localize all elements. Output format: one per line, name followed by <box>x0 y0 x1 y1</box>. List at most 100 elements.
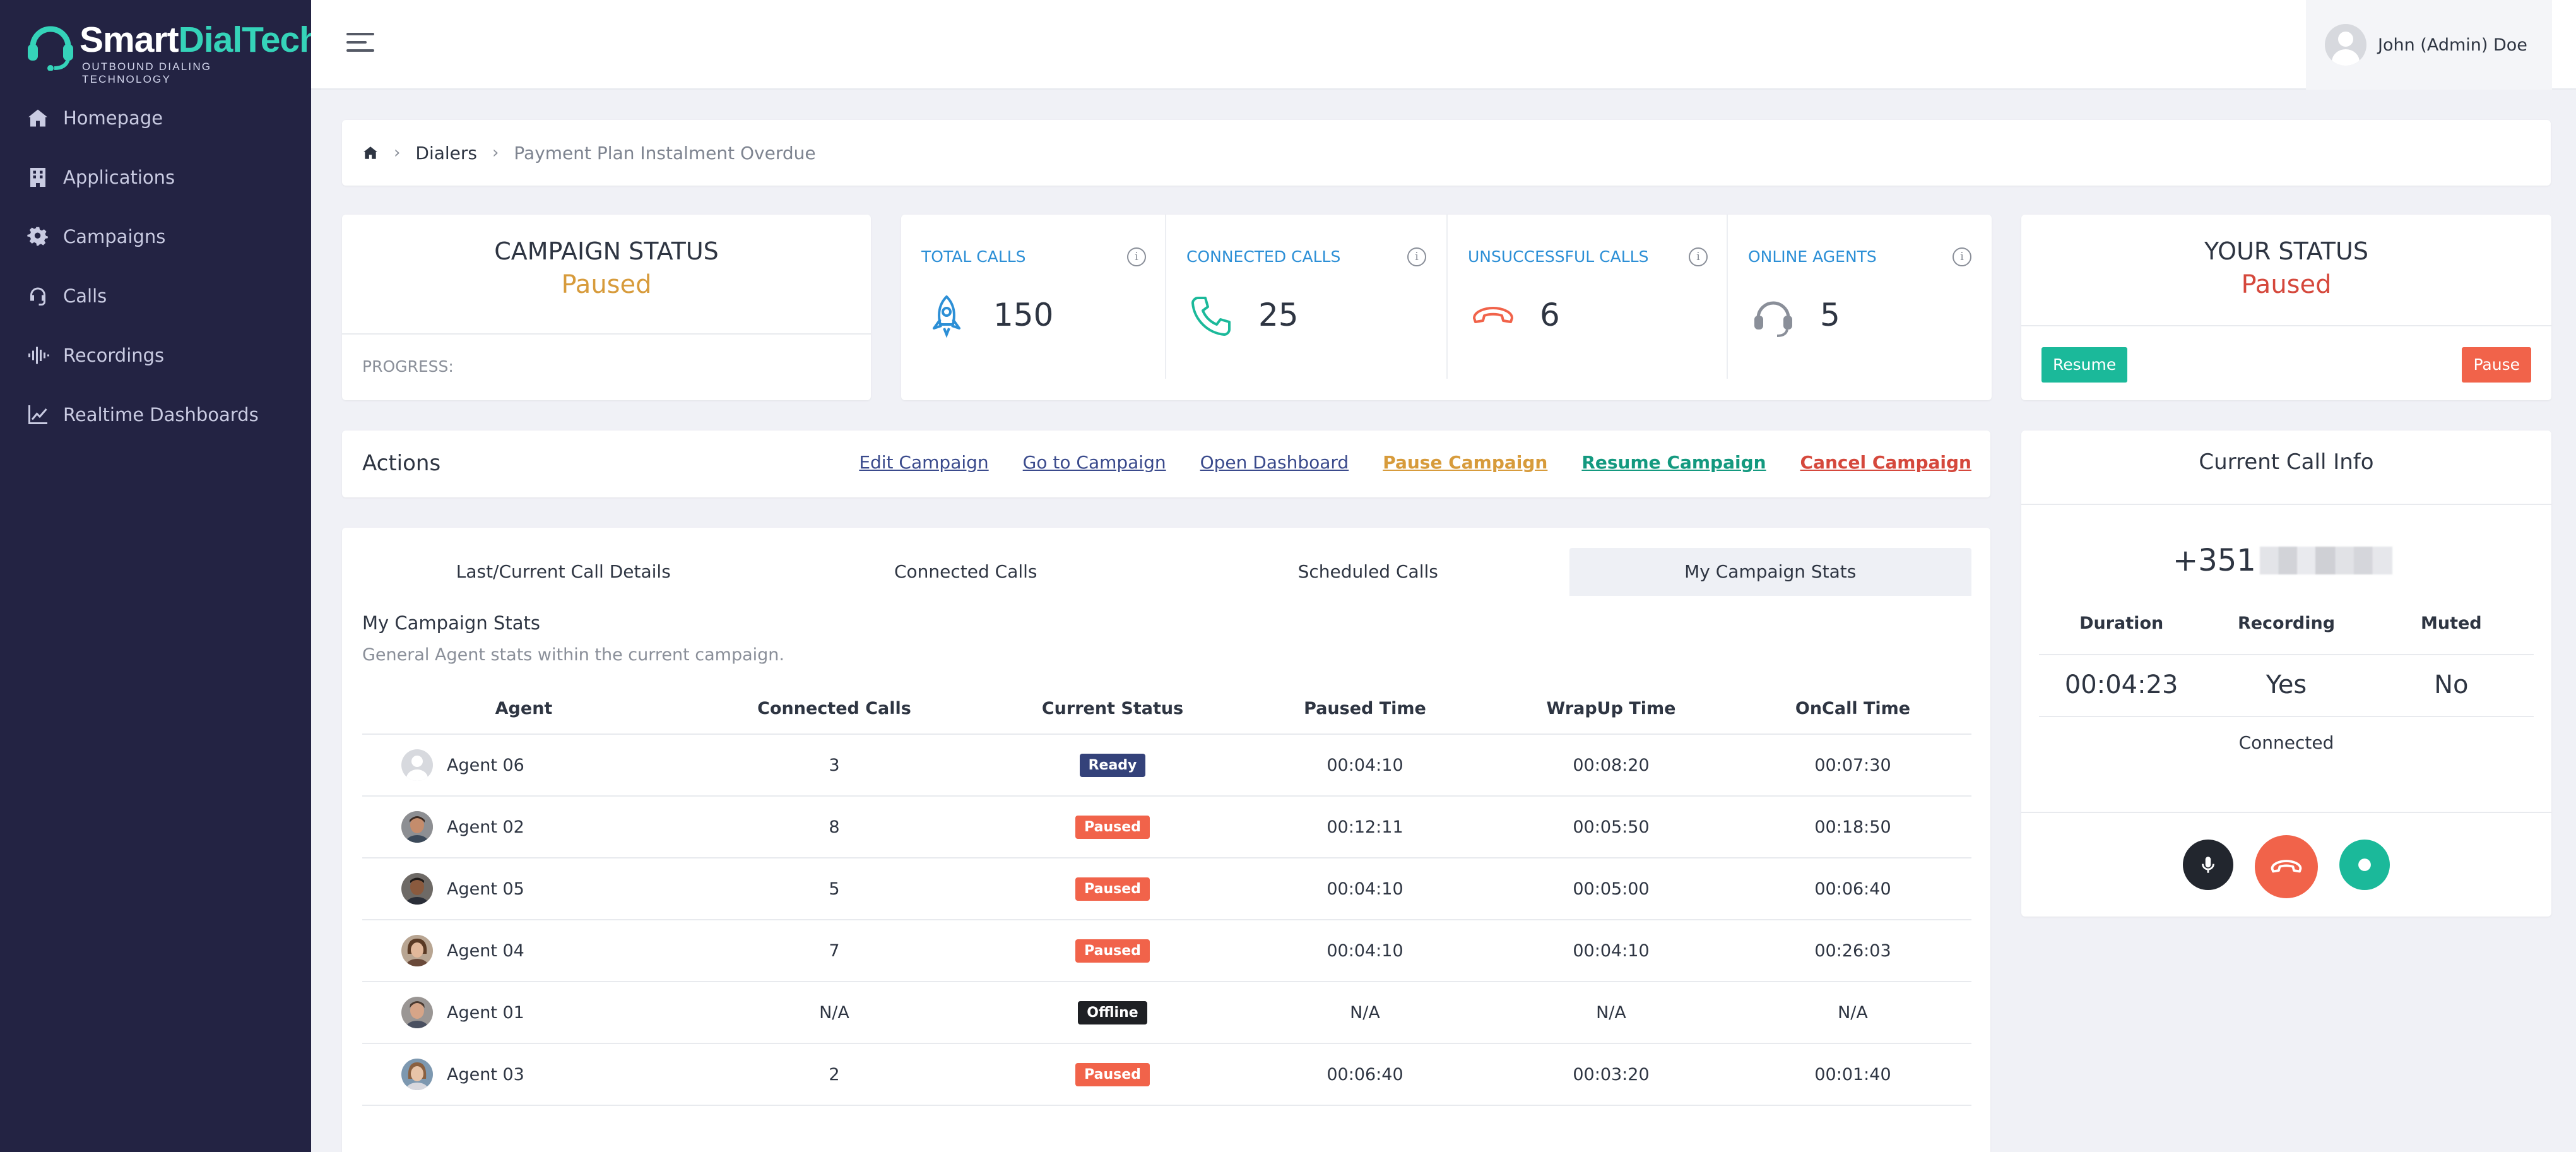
pause-campaign-link[interactable]: Pause Campaign <box>1383 452 1547 473</box>
avatar <box>401 749 433 781</box>
sidebar-item-label: Campaigns <box>63 226 166 247</box>
oncall-time-cell: 00:18:50 <box>1814 817 1891 837</box>
sidebar-item-calls[interactable]: Calls <box>0 266 311 326</box>
microphone-icon <box>2202 857 2214 873</box>
stat-value: 150 <box>993 297 1054 333</box>
duration-header: Duration <box>2079 614 2164 633</box>
stat-online-agents: ONLINE AGENTS i 5 <box>1728 215 1992 400</box>
tab-scheduled-calls[interactable]: Scheduled Calls <box>1167 548 1569 596</box>
breadcrumb-current: Payment Plan Instalment Overdue <box>514 142 816 163</box>
paused-time-cell: 00:04:10 <box>1326 879 1403 899</box>
agent-cell: Agent 03 <box>362 1059 685 1090</box>
go-to-campaign-link[interactable]: Go to Campaign <box>1023 452 1166 473</box>
phone-icon <box>1191 297 1231 336</box>
your-status-value: Paused <box>2241 270 2332 299</box>
pause-button[interactable]: Pause <box>2462 347 2531 383</box>
gear-icon <box>27 227 48 246</box>
sidebar-item-realtime-dashboards[interactable]: Realtime Dashboards <box>0 385 311 444</box>
tab-last-current-call-details[interactable]: Last/Current Call Details <box>362 548 765 596</box>
tab-my-campaign-stats[interactable]: My Campaign Stats <box>1569 548 1971 596</box>
stat-label: ONLINE AGENTS <box>1748 247 1877 266</box>
sidebar-item-label: Recordings <box>63 345 165 366</box>
actions-title: Actions <box>362 451 441 476</box>
sidebar-item-campaigns[interactable]: Campaigns <box>0 207 311 266</box>
column-header: Agent <box>495 698 553 718</box>
brand-tagline: OUTBOUND DIALING TECHNOLOGY <box>82 61 212 85</box>
connected-calls-cell: 3 <box>829 755 840 775</box>
oncall-time-cell: 00:26:03 <box>1814 941 1891 961</box>
tab-connected-calls[interactable]: Connected Calls <box>765 548 1167 596</box>
stat-label: UNSUCCESSFUL CALLS <box>1468 247 1649 266</box>
oncall-time-cell: 00:01:40 <box>1814 1064 1891 1084</box>
recording-value: Yes <box>2266 670 2307 699</box>
stat-total-calls: TOTAL CALLS i 150 <box>901 215 1166 400</box>
agent-name: Agent 04 <box>447 941 524 961</box>
home-icon <box>28 109 47 127</box>
action-links: Edit Campaign Go to Campaign Open Dashbo… <box>859 452 1971 473</box>
cancel-campaign-link[interactable]: Cancel Campaign <box>1800 452 1971 473</box>
stat-value: 5 <box>1820 297 1840 333</box>
breadcrumb-dialers[interactable]: Dialers <box>415 143 477 163</box>
oncall-time-cell: 00:07:30 <box>1814 755 1891 775</box>
call-info-values: 00:04:23 Yes No <box>2039 670 2534 699</box>
divider <box>2039 716 2534 717</box>
sidebar-item-label: Realtime Dashboards <box>63 404 259 425</box>
actions-card: Actions Edit Campaign Go to Campaign Ope… <box>342 431 1990 497</box>
table-row: Agent 01 N/A Offline N/A N/A N/A <box>362 982 1971 1044</box>
menu-toggle-icon[interactable] <box>346 33 374 56</box>
column-header: WrapUp Time <box>1546 698 1676 718</box>
column-header: Connected Calls <box>757 698 911 718</box>
status-badge: Paused <box>1075 1062 1150 1086</box>
open-dashboard-link[interactable]: Open Dashboard <box>1200 452 1349 473</box>
column-header: Current Status <box>1041 698 1184 718</box>
status-cell: Paused <box>983 1062 1242 1086</box>
info-icon[interactable]: i <box>1689 247 1708 266</box>
status-badge: Paused <box>1075 939 1150 963</box>
phone-number: +351 <box>2173 543 2392 578</box>
sidebar-item-homepage[interactable]: Homepage <box>0 88 311 148</box>
home-icon[interactable] <box>362 145 379 161</box>
paused-time-cell: 00:04:10 <box>1326 941 1403 961</box>
status-cell: Offline <box>983 1001 1242 1024</box>
avatar <box>2325 24 2366 66</box>
stat-label: TOTAL CALLS <box>921 247 1026 266</box>
paused-time-cell: 00:06:40 <box>1326 1064 1403 1084</box>
hangup-icon <box>1473 307 1513 323</box>
sidebar-item-recordings[interactable]: Recordings <box>0 326 311 385</box>
wrapup-time-cell: 00:04:10 <box>1573 941 1650 961</box>
sidebar-item-applications[interactable]: Applications <box>0 148 311 207</box>
user-menu[interactable]: John (Admin) Doe <box>2306 0 2552 90</box>
agent-cell: Agent 02 <box>362 811 685 843</box>
table-row: Agent 03 2 Paused 00:06:40 00:03:20 00:0… <box>362 1044 1971 1106</box>
info-icon[interactable]: i <box>1953 247 1971 266</box>
wrapup-time-cell: 00:08:20 <box>1573 755 1650 775</box>
paused-time-cell: 00:04:10 <box>1326 755 1403 775</box>
progress-label: PROGRESS: <box>362 357 454 376</box>
table-row: Agent 04 7 Paused 00:04:10 00:04:10 00:2… <box>362 920 1971 982</box>
mute-button[interactable] <box>2183 840 2233 890</box>
edit-campaign-link[interactable]: Edit Campaign <box>859 452 988 473</box>
hangup-button[interactable] <box>2255 835 2318 898</box>
campaign-details-card: Last/Current Call Details Connected Call… <box>342 528 1990 1152</box>
building-icon <box>30 168 45 187</box>
chevron-right-icon: › <box>394 143 401 162</box>
call-stats-card: TOTAL CALLS i 150 CONNECTED CALLS i 25 U… <box>901 215 1992 400</box>
headset-icon <box>30 287 45 306</box>
column-header: OnCall Time <box>1795 698 1911 718</box>
wrapup-time-cell: 00:03:20 <box>1573 1064 1650 1084</box>
campaign-status-value: Paused <box>561 270 652 299</box>
sidebar: SmartDialTech OUTBOUND DIALING TECHNOLOG… <box>0 0 321 1152</box>
oncall-time-cell: 00:06:40 <box>1814 879 1891 899</box>
resume-campaign-link[interactable]: Resume Campaign <box>1581 452 1766 473</box>
record-button[interactable] <box>2339 840 2390 890</box>
avatar <box>401 935 433 966</box>
duration-value: 00:04:23 <box>2064 670 2178 699</box>
info-icon[interactable]: i <box>1407 247 1426 266</box>
section-subtitle: General Agent stats within the current c… <box>362 645 784 665</box>
resume-button[interactable]: Resume <box>2041 347 2128 383</box>
record-icon <box>2358 858 2371 871</box>
brand-logo[interactable]: SmartDialTech OUTBOUND DIALING TECHNOLOG… <box>25 16 321 85</box>
agent-cell: Agent 01 <box>362 997 685 1028</box>
info-icon[interactable]: i <box>1127 247 1146 266</box>
status-cell: Paused <box>983 939 1242 963</box>
